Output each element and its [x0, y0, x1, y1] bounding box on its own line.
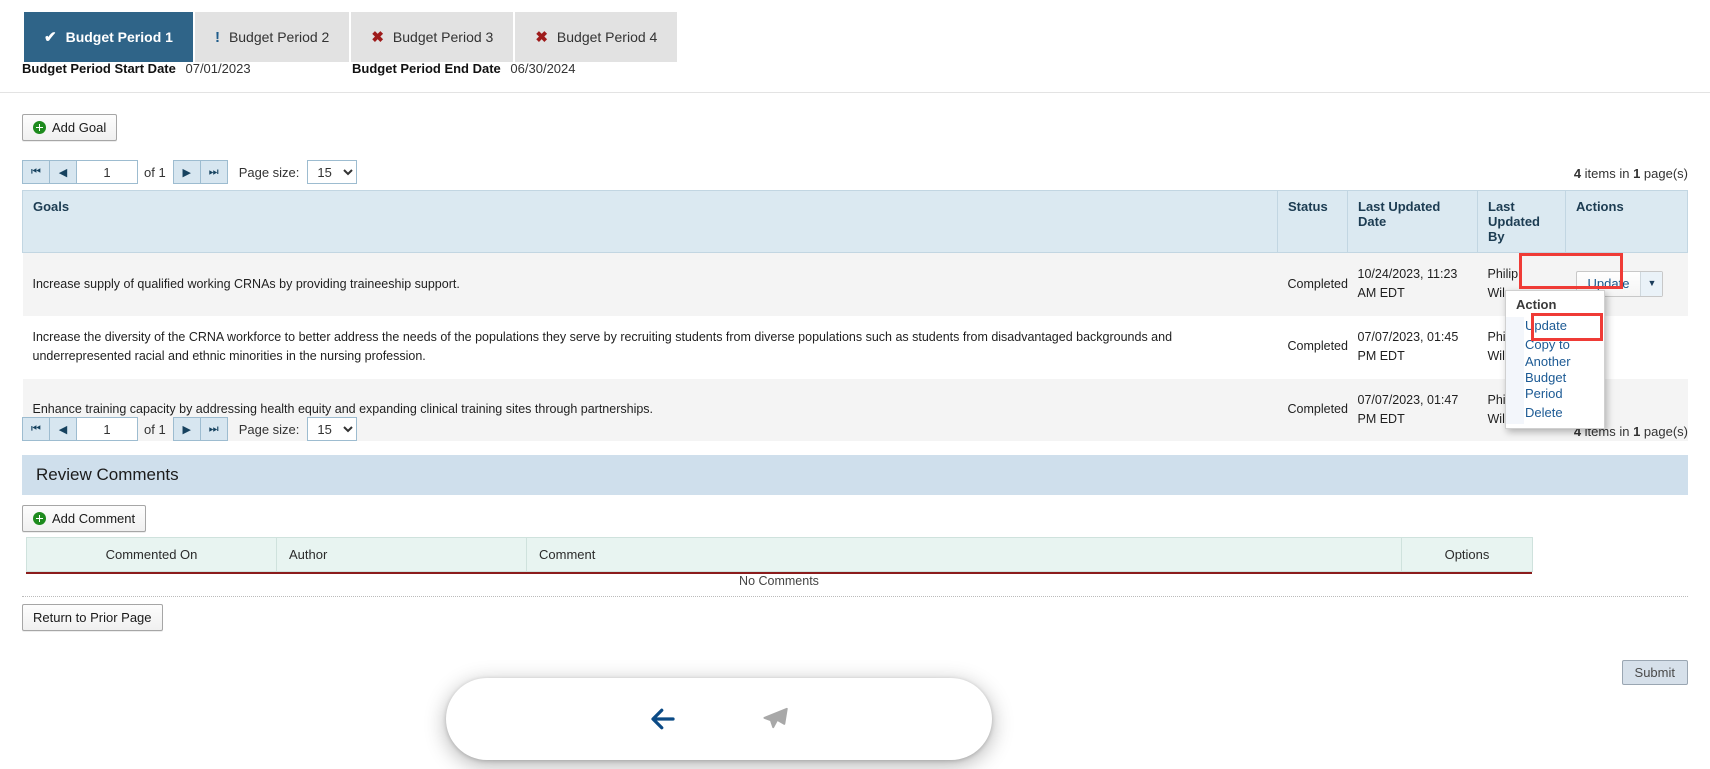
- first-page-button[interactable]: ⏮: [22, 417, 50, 441]
- comments-empty-text: No Comments: [739, 574, 819, 588]
- add-comment-button[interactable]: Add Comment: [22, 505, 147, 532]
- return-to-prior-page-button[interactable]: Return to Prior Page: [22, 604, 163, 631]
- column-header-last-updated-by[interactable]: Last Updated By: [1477, 190, 1566, 253]
- goal-text: Increase supply of qualified working CRN…: [32, 276, 460, 291]
- action-menu-title: Action: [1516, 297, 1557, 312]
- page-size-select[interactable]: 152550100: [307, 417, 358, 441]
- tab-label: Budget Period 2: [228, 29, 330, 45]
- page-total-label: of 1: [144, 164, 166, 180]
- plus-circle-icon: [33, 121, 46, 134]
- page-number-input[interactable]: [76, 160, 138, 184]
- start-date-label: Budget Period Start Date: [22, 61, 176, 76]
- comments-table-head: Commented On Author Comment Options: [26, 537, 1533, 572]
- items-count-middle: items in: [1581, 166, 1634, 181]
- back-arrow-icon[interactable]: [643, 699, 683, 739]
- prev-page-button[interactable]: ◀: [49, 160, 77, 184]
- column-header-comment: Comment: [526, 537, 1402, 572]
- goal-text: Increase the diversity of the CRNA workf…: [32, 329, 1173, 364]
- next-page-button[interactable]: ▶: [172, 160, 201, 184]
- page-size-label: Page size:: [238, 421, 300, 437]
- end-date-value: 06/30/2024: [510, 61, 576, 76]
- floating-action-toolbar: [446, 678, 992, 760]
- send-icon[interactable]: [755, 699, 795, 739]
- review-comments-header: Review Comments: [22, 455, 1688, 495]
- items-count-top: 4 items in 1 page(s): [1574, 166, 1688, 181]
- column-header-commented-on: Commented On: [26, 537, 277, 572]
- page-total-label: of 1: [144, 421, 166, 437]
- comments-header-row: Commented On Author Comment Options: [26, 537, 1533, 572]
- last-page-button[interactable]: ⏭: [199, 417, 228, 441]
- submit-label: Submit: [1634, 665, 1675, 680]
- column-header-goals[interactable]: Goals: [22, 190, 1278, 253]
- tab-budget-period-4[interactable]: ✖ Budget Period 4: [515, 12, 680, 62]
- start-date-value: 07/01/2023: [185, 61, 251, 76]
- end-date-label: Budget Period End Date: [352, 61, 501, 76]
- column-header-actions: Actions: [1565, 190, 1688, 253]
- goals-table-head: Goals Status Last Updated Date Last Upda…: [22, 190, 1688, 253]
- next-page-button[interactable]: ▶: [172, 417, 201, 441]
- page-number-input[interactable]: [76, 417, 138, 441]
- column-header-status[interactable]: Status: [1277, 190, 1348, 253]
- cross-icon: ✖: [371, 28, 384, 46]
- tab-budget-period-1[interactable]: ✔ Budget Period 1: [24, 12, 195, 62]
- goals-pager-top: ⏮ ◀ of 1 ▶ ⏭ Page size: 152550100: [22, 160, 358, 184]
- items-count-suffix: page(s): [1640, 166, 1688, 181]
- tab-label: Budget Period 4: [556, 29, 658, 45]
- add-comment-label: Add Comment: [52, 511, 136, 526]
- goal-status: Completed: [1287, 402, 1348, 417]
- page-root: ✔ Budget Period 1 ! Budget Period 2 ✖ Bu…: [0, 0, 1710, 769]
- action-dropdown-menu: Action Update Copy to Another Budget Per…: [1505, 290, 1605, 429]
- column-header-last-updated-date[interactable]: Last Updated Date: [1347, 190, 1478, 253]
- budget-period-start: Budget Period Start Date 07/01/2023: [22, 61, 251, 76]
- first-page-button[interactable]: ⏮: [22, 160, 50, 184]
- tab-budget-period-2[interactable]: ! Budget Period 2: [194, 12, 352, 62]
- cross-icon: ✖: [535, 28, 548, 46]
- comments-table-container: Commented On Author Comment Options: [26, 537, 1533, 574]
- exclamation-icon: !: [214, 28, 220, 46]
- items-count-number: 4: [1573, 166, 1582, 181]
- action-menu-item-update[interactable]: Update: [1524, 317, 1604, 336]
- header-divider: [0, 92, 1710, 93]
- last-page-button[interactable]: ⏭: [199, 160, 228, 184]
- page-size-label: Page size:: [238, 164, 300, 180]
- goal-status: Completed: [1287, 276, 1348, 291]
- goal-status: Completed: [1287, 339, 1348, 354]
- goals-header-row: Goals Status Last Updated Date Last Upda…: [22, 190, 1688, 253]
- column-header-author: Author: [276, 537, 527, 572]
- column-header-options: Options: [1401, 537, 1533, 572]
- section-title: Review Comments: [36, 465, 179, 484]
- goal-updated-date: 10/24/2023, 11:23 AM EDT: [1357, 267, 1458, 301]
- action-menu-item-delete[interactable]: Delete: [1524, 404, 1604, 423]
- plus-circle-icon: [33, 512, 46, 525]
- check-icon: ✔: [44, 28, 57, 46]
- goals-pager-bottom: ⏮ ◀ of 1 ▶ ⏭ Page size: 152550100: [22, 417, 358, 441]
- goal-updated-date: 07/07/2023, 01:45 PM EDT: [1357, 329, 1459, 364]
- tab-label: Budget Period 3: [392, 29, 494, 45]
- add-goal-label: Add Goal: [52, 120, 107, 135]
- prev-page-button[interactable]: ◀: [49, 417, 77, 441]
- budget-period-end: Budget Period End Date 06/30/2024: [352, 61, 576, 76]
- page-size-select[interactable]: 152550100: [307, 160, 358, 184]
- action-menu-items: Update Copy to Another Budget Period Del…: [1506, 317, 1604, 424]
- tab-budget-period-3[interactable]: ✖ Budget Period 3: [351, 12, 516, 62]
- submit-button[interactable]: Submit: [1621, 660, 1688, 685]
- table-row: Increase supply of qualified working CRN…: [22, 252, 1688, 316]
- items-count-suffix: page(s): [1640, 424, 1688, 439]
- action-menu-item-copy-to-another-budget-period[interactable]: Copy to Another Budget Period: [1524, 336, 1604, 404]
- table-row: Increase the diversity of the CRNA workf…: [22, 315, 1688, 379]
- budget-period-tabs: ✔ Budget Period 1 ! Budget Period 2 ✖ Bu…: [24, 12, 680, 62]
- return-label: Return to Prior Page: [33, 610, 152, 625]
- comments-table: Commented On Author Comment Options: [26, 537, 1533, 572]
- footer-divider: [22, 596, 1688, 597]
- chevron-down-icon[interactable]: ▼: [1640, 272, 1663, 297]
- tab-label: Budget Period 1: [65, 29, 173, 45]
- add-goal-button[interactable]: Add Goal: [22, 114, 118, 141]
- goal-updated-date: 07/07/2023, 01:47 PM EDT: [1357, 392, 1459, 426]
